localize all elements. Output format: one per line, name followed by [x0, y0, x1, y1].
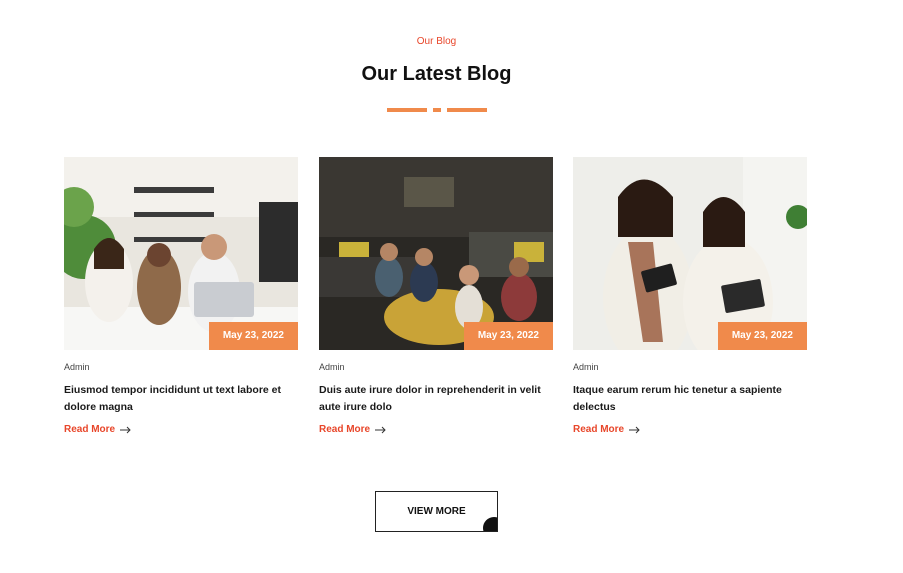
blog-card: May 23, 2022 Admin Eiusmod tempor incidi…	[64, 157, 298, 437]
view-more-label: VIEW MORE	[407, 506, 466, 517]
read-more-link[interactable]: Read More	[319, 424, 387, 435]
post-title[interactable]: Duis aute irure dolor in reprehenderit i…	[319, 382, 553, 416]
blog-image[interactable]: May 23, 2022	[64, 157, 298, 350]
post-author[interactable]: Admin	[573, 362, 807, 372]
read-more-label: Read More	[64, 424, 116, 435]
view-more-button[interactable]: VIEW MORE	[375, 491, 498, 532]
post-title[interactable]: Eiusmod tempor incididunt ut text labore…	[64, 382, 298, 416]
read-more-label: Read More	[573, 424, 625, 435]
date-badge: May 23, 2022	[208, 322, 298, 350]
arrow-right-icon	[120, 426, 131, 433]
title-divider	[387, 108, 487, 112]
blog-image[interactable]: May 23, 2022	[319, 157, 553, 350]
read-more-label: Read More	[319, 424, 371, 435]
post-author[interactable]: Admin	[64, 362, 298, 372]
blog-image[interactable]: May 23, 2022	[573, 157, 807, 350]
arrow-right-icon	[375, 426, 386, 433]
blog-card: May 23, 2022 Admin Duis aute irure dolor…	[319, 157, 553, 437]
read-more-link[interactable]: Read More	[64, 424, 132, 435]
corner-decoration	[483, 517, 497, 531]
read-more-link[interactable]: Read More	[573, 424, 641, 435]
post-title[interactable]: Itaque earum rerum hic tenetur a sapient…	[573, 382, 807, 416]
date-badge: May 23, 2022	[717, 322, 807, 350]
arrow-right-icon	[629, 426, 640, 433]
post-author[interactable]: Admin	[319, 362, 553, 372]
section-title: Our Latest Blog	[361, 63, 512, 85]
blog-card: May 23, 2022 Admin Itaque earum rerum hi…	[573, 157, 807, 437]
blog-eyebrow: Our Blog	[416, 36, 457, 47]
date-badge: May 23, 2022	[463, 322, 553, 350]
